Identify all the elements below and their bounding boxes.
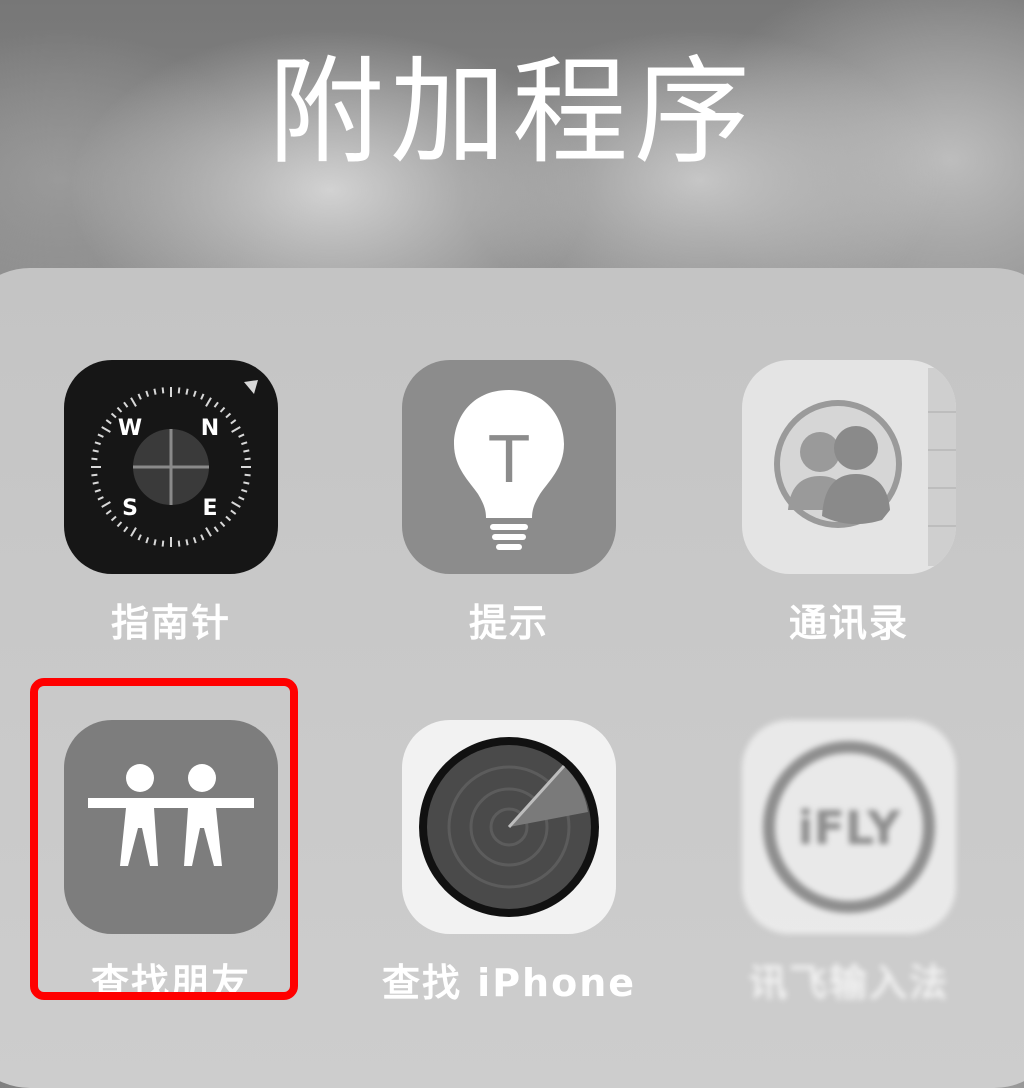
compass-tick [213,526,219,533]
compass-icon: W N S E [64,360,278,574]
compass-e-label: E [202,496,217,521]
compass-tick [192,537,197,544]
app-ifly[interactable]: iFLY 讯飞输入法 [699,720,999,1007]
compass-tick [101,426,111,433]
reminder-glyph: T [488,424,529,498]
app-label: 提示 [468,601,549,645]
compass-tick [205,397,212,407]
compass-tick [225,412,232,419]
compass-tick [243,481,250,485]
compass-tick [110,412,117,419]
compass-tick [137,534,142,541]
compass-tick [241,441,248,446]
ifly-logo-icon: iFLY [742,720,956,934]
app-label: 指南针 [110,601,231,645]
compass-tick [92,449,99,453]
app-find-iphone[interactable]: 查找 iPhone [359,720,659,1007]
app-reminders[interactable]: T 提示 [359,360,659,647]
compass-tick [97,496,104,501]
compass-tick [177,387,181,394]
compass-tick [105,509,112,515]
compass-tick [94,488,101,493]
compass-n-label: N [201,416,219,441]
compass-tick [161,540,165,547]
compass-tick [219,521,226,528]
compass-tick [200,534,205,541]
app-label: 查找 iPhone [381,961,637,1005]
compass-tick [192,390,197,397]
compass-tick [94,441,101,446]
ifly-logo-text: iFLY [798,801,901,855]
compass-tick [219,406,226,413]
compass-tick [238,433,245,438]
folder-title: 附加程序 [268,45,756,180]
compass-tick [145,537,150,544]
compass-tick [153,388,157,395]
compass-tick [230,419,237,425]
compass-tick [116,406,123,413]
compass-tick [230,509,237,515]
app-label: 通讯录 [788,601,909,645]
app-label: 讯飞输入法 [748,961,949,1005]
compass-tick [153,539,157,546]
compass-tick [91,473,98,477]
compass-tick [137,393,142,400]
compass-s-label: S [122,496,138,521]
compass-tick [92,481,99,485]
compass-tick [123,526,129,533]
radar-icon [402,720,616,934]
compass-tick [116,521,123,528]
compass-tick [231,426,241,433]
compass-w-label: W [118,416,142,441]
compass-tick [243,449,250,453]
compass-tick [244,457,251,461]
compass-tick [213,401,219,408]
compass-tick [105,419,112,425]
contacts-icon [742,360,956,574]
compass-tick [231,501,241,508]
compass-tick [130,527,137,537]
compass-tick [185,539,189,546]
compass-tick [238,496,245,501]
compass-tick [225,515,232,522]
compass-tick [161,387,165,394]
compass-tick [205,527,212,537]
compass-tick [145,390,150,397]
compass-tick [177,540,181,547]
lightbulb-icon: T [402,360,616,574]
compass-tick [101,501,111,508]
compass-tick [97,433,104,438]
compass-tick [185,388,189,395]
compass-tick [241,488,248,493]
highlight-box [30,678,298,1000]
compass-tick [130,397,137,407]
compass-tick [244,473,251,477]
app-compass[interactable]: W N S E 指南针 [21,360,321,647]
compass-tick [110,515,117,522]
app-contacts[interactable]: 通讯录 [699,360,999,647]
compass-tick [123,401,129,408]
compass-tick [91,457,98,461]
compass-tick [200,393,205,400]
